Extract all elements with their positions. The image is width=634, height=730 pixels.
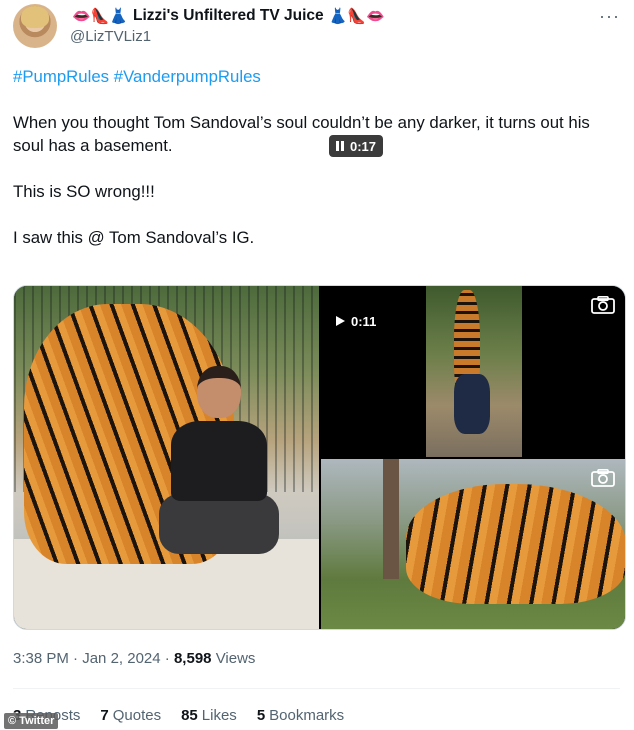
author-name-row[interactable]: 👄👠👗 Lizzi's Unfiltered TV Juice 👗👠👄	[70, 5, 387, 27]
likes-stat[interactable]: 85 Likes	[181, 707, 237, 724]
man-image	[159, 366, 279, 606]
video-top-duration-badge[interactable]: 0:17	[329, 135, 384, 157]
name-emojis-right: 👗👠👄	[328, 8, 385, 25]
tweet-date[interactable]: Jan 2, 2024	[82, 650, 160, 667]
video-top-thumbnail	[426, 286, 522, 457]
likes-label: Likes	[201, 707, 237, 724]
tree-trunk	[383, 459, 399, 579]
tweet-text: #PumpRules #VanderpumpRules When you tho…	[13, 65, 623, 272]
views-label: Views	[215, 650, 256, 667]
twitter-watermark: © Twitter	[4, 713, 59, 729]
camera-icon[interactable]	[591, 469, 615, 487]
video-bottom[interactable]	[321, 459, 625, 629]
pause-icon[interactable]	[336, 141, 344, 151]
more-options-icon[interactable]: ···	[599, 6, 620, 27]
video-bottom-duration-badge[interactable]: 0:11	[329, 310, 384, 332]
video-bottom-duration: 0:11	[351, 313, 377, 329]
bookmarks-stat[interactable]: 5 Bookmarks	[257, 707, 344, 724]
camera-icon[interactable]	[591, 296, 615, 314]
engagement-stats: 3Reposts 7Quotes 85Likes 5Bookmarks	[13, 707, 344, 724]
photo-tiger-with-man[interactable]	[14, 286, 319, 629]
views-count: 8,598	[173, 650, 212, 667]
media-grid	[13, 285, 626, 630]
video-top-duration: 0:17	[350, 138, 377, 154]
meta-separator: ·	[73, 650, 83, 667]
author-display-name[interactable]: Lizzi's Unfiltered TV Juice	[133, 7, 324, 25]
quotes-count: 7	[100, 707, 109, 724]
meta-separator: ·	[164, 650, 174, 667]
play-icon[interactable]	[336, 316, 345, 326]
tweet-paragraph-2: This is SO wrong!!!	[13, 182, 155, 201]
quotes-label: Quotes	[112, 707, 162, 724]
tweet-paragraph-1: When you thought Tom Sandoval’s soul cou…	[13, 113, 595, 155]
tweet-time[interactable]: 3:38 PM	[13, 650, 69, 667]
author-handle[interactable]: @LizTVLiz1	[70, 28, 151, 45]
bookmarks-count: 5	[256, 707, 266, 724]
likes-count: 85	[181, 707, 198, 724]
tweet-hashtags[interactable]: #PumpRules #VanderpumpRules	[13, 65, 623, 88]
name-emojis-left: 👄👠👗	[72, 8, 129, 25]
bookmarks-label: Bookmarks	[269, 707, 345, 724]
tweet-paragraph-3: I saw this @ Tom Sandoval’s IG.	[13, 228, 255, 247]
tiger-walking-image	[406, 484, 625, 604]
tweet-metadata: 3:38 PM · Jan 2, 2024 · 8,598 Views	[13, 650, 255, 667]
divider	[13, 688, 620, 689]
author-avatar[interactable]	[13, 4, 57, 48]
quotes-stat[interactable]: 7 Quotes	[100, 707, 161, 724]
